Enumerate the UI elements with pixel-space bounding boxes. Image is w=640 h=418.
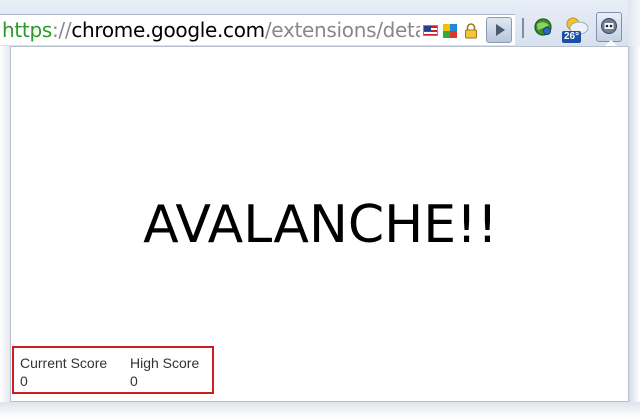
toolbar-edge [628, 0, 640, 46]
weather-temperature: 26° [562, 31, 582, 43]
color-tiles-icon[interactable] [443, 24, 457, 38]
high-score-value: 0 [130, 373, 138, 389]
play-icon[interactable] [486, 17, 512, 43]
address-bar[interactable]: https://chrome.google.com/extensions/det… [0, 14, 420, 45]
address-bar-icons [420, 14, 515, 45]
lock-icon[interactable] [464, 23, 478, 39]
current-score: Current Score 0 [20, 354, 107, 390]
game-title: AVALANCHE!! [143, 195, 498, 255]
current-score-value: 0 [20, 373, 28, 389]
green-globe-extension-icon[interactable] [532, 16, 554, 38]
window-shadow-bottom [0, 402, 640, 418]
url-path: /extensions/detail/h [264, 18, 420, 42]
window-shadow-right [629, 46, 640, 402]
url-text[interactable]: https://chrome.google.com/extensions/det… [2, 15, 420, 45]
url-scheme: https [2, 18, 52, 42]
browser-toolbar: https://chrome.google.com/extensions/det… [0, 0, 640, 47]
url-host: chrome.google.com [71, 18, 265, 42]
browser-window: https://chrome.google.com/extensions/det… [0, 0, 640, 418]
score-panel: Current Score 0 High Score 0 [12, 346, 214, 394]
toolbar-divider [522, 18, 524, 38]
url-separator: :// [51, 18, 72, 42]
high-score-label: High Score [130, 355, 200, 371]
high-score: High Score 0 [130, 354, 199, 390]
us-flag-icon[interactable] [423, 25, 438, 36]
avalanche-extension-button[interactable] [596, 12, 622, 42]
current-score-label: Current Score [20, 355, 108, 371]
window-shadow-left [0, 46, 10, 402]
